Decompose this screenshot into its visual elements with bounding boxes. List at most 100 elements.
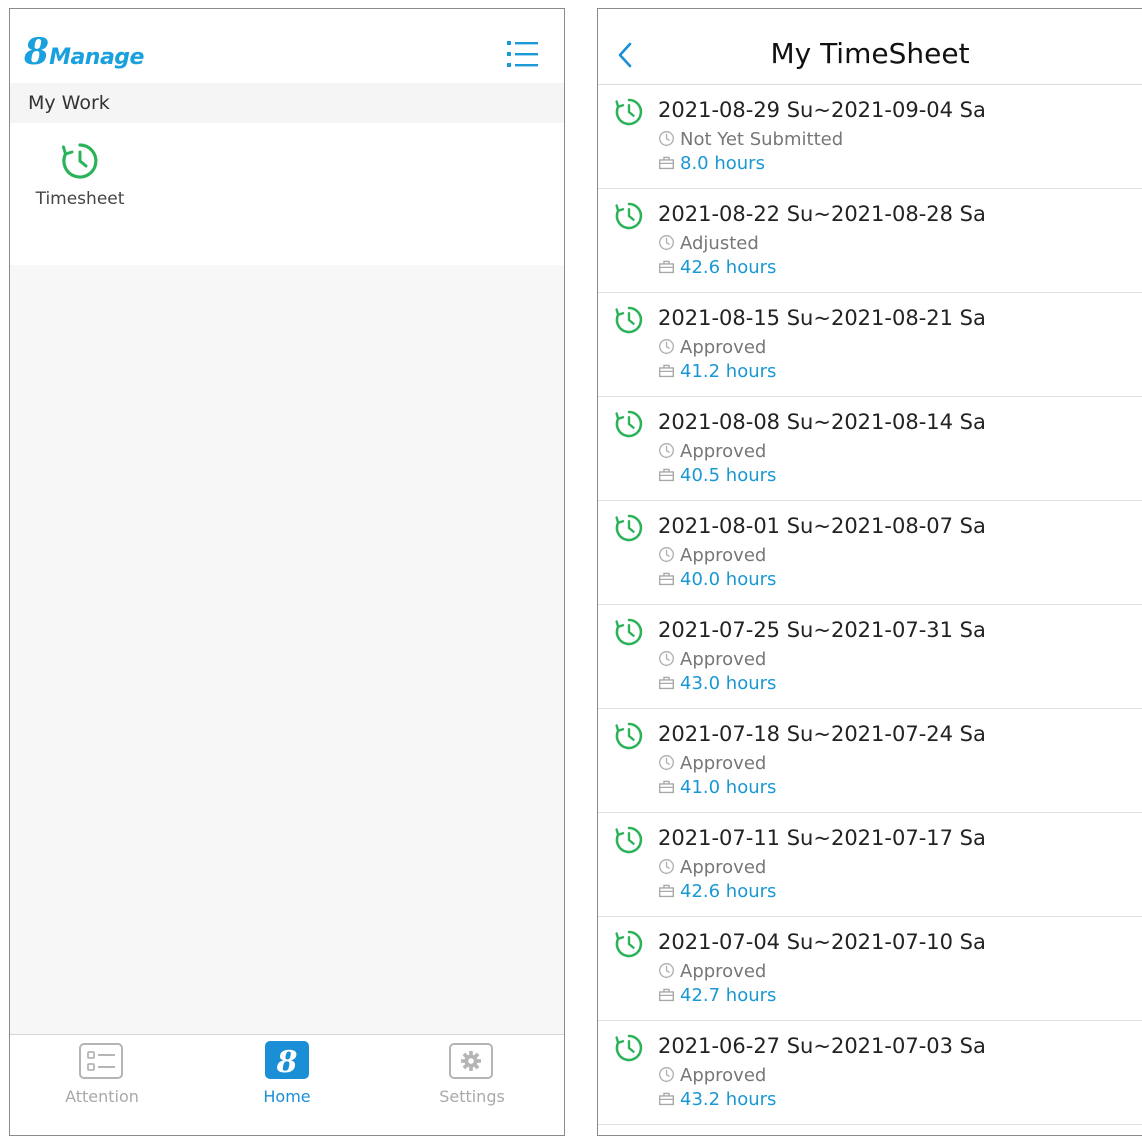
small-clock-icon xyxy=(658,962,675,984)
briefcase-icon xyxy=(658,154,675,176)
period-label: 2021-08-15 Su~2021-08-21 Sa xyxy=(658,306,986,330)
status-label: Approved xyxy=(680,545,767,566)
timesheet-row[interactable]: 2021-08-01 Su~2021-08-07 Sa Approved 40.0 … xyxy=(598,501,1142,605)
hours-text: 42.7 hours xyxy=(658,985,776,1008)
hours-text: 43.2 hours xyxy=(658,1089,776,1112)
clock-icon xyxy=(614,513,644,547)
status-text: Approved xyxy=(658,961,766,984)
hours-label: 41.0 hours xyxy=(680,777,777,798)
briefcase-icon xyxy=(658,258,675,280)
section-title: My Work xyxy=(28,92,110,114)
hours-label: 40.0 hours xyxy=(680,569,777,590)
hours-text: 41.0 hours xyxy=(658,777,776,800)
briefcase-icon xyxy=(658,674,675,696)
period-label: 2021-08-29 Su~2021-09-04 Sa xyxy=(658,98,986,122)
clock-icon xyxy=(614,305,644,339)
status-text: Approved xyxy=(658,1065,766,1088)
clock-icon xyxy=(614,1033,644,1067)
small-clock-icon xyxy=(658,338,675,360)
hours-text: 41.2 hours xyxy=(658,361,776,384)
small-clock-icon xyxy=(658,130,675,152)
hours-label: 42.6 hours xyxy=(680,257,777,278)
timesheet-app-label: Timesheet xyxy=(35,189,125,209)
small-clock-icon xyxy=(658,858,675,880)
timesheet-header: My TimeSheet xyxy=(598,9,1142,85)
hours-label: 42.7 hours xyxy=(680,985,777,1006)
small-clock-icon xyxy=(658,650,675,672)
period-label: 2021-07-04 Su~2021-07-10 Sa xyxy=(658,930,986,954)
status-text: Adjusted xyxy=(658,233,759,256)
brand-logo: 8Manage xyxy=(24,31,144,73)
nav-attention[interactable]: Attention xyxy=(32,1035,172,1135)
clock-icon xyxy=(614,201,644,235)
hours-text: 8.0 hours xyxy=(658,153,765,176)
timesheet-row[interactable]: 2021-07-11 Su~2021-07-17 Sa Approved 42.6 … xyxy=(598,813,1142,917)
timesheet-row[interactable]: 2021-08-29 Su~2021-09-04 Sa Not Yet Submi… xyxy=(598,85,1142,189)
hours-label: 8.0 hours xyxy=(680,153,765,174)
timesheet-row[interactable]: 2021-08-08 Su~2021-08-14 Sa Approved 40.5 … xyxy=(598,397,1142,501)
period-label: 2021-07-11 Su~2021-07-17 Sa xyxy=(658,826,986,850)
status-text: Approved xyxy=(658,857,766,880)
timesheet-row[interactable]: 2021-07-25 Su~2021-07-31 Sa Approved 43.0 … xyxy=(598,605,1142,709)
briefcase-icon xyxy=(658,882,675,904)
home-screen: 8Manage My Work Timesheet Attention 8 Ho… xyxy=(9,8,565,1136)
timesheet-row[interactable]: 2021-08-15 Su~2021-08-21 Sa Approved 41.2 … xyxy=(598,293,1142,397)
period-label: 2021-07-18 Su~2021-07-24 Sa xyxy=(658,722,986,746)
nav-attention-label: Attention xyxy=(65,1087,139,1106)
status-label: Approved xyxy=(680,337,767,358)
briefcase-icon xyxy=(658,1090,675,1112)
status-label: Adjusted xyxy=(680,233,759,254)
hours-label: 42.6 hours xyxy=(680,881,777,902)
status-label: Approved xyxy=(680,961,767,982)
nav-home[interactable]: 8 Home xyxy=(217,1035,357,1135)
timesheet-app-button[interactable]: Timesheet xyxy=(30,141,130,241)
timesheet-row[interactable]: 2021-08-22 Su~2021-08-28 Sa Adjusted 42.6 … xyxy=(598,189,1142,293)
period-label: 2021-06-27 Su~2021-07-03 Sa xyxy=(658,1034,986,1058)
timesheet-list: 2021-08-29 Su~2021-09-04 Sa Not Yet Submi… xyxy=(598,85,1142,1135)
status-label: Approved xyxy=(680,753,767,774)
status-text: Not Yet Submitted xyxy=(658,129,843,152)
my-work-panel: Timesheet xyxy=(10,123,564,265)
briefcase-icon xyxy=(658,986,675,1008)
period-label: 2021-08-08 Su~2021-08-14 Sa xyxy=(658,410,986,434)
nav-home-label: Home xyxy=(263,1087,311,1106)
clock-icon xyxy=(30,141,130,181)
bottom-nav: Attention 8 Home Settings xyxy=(10,1034,564,1135)
menu-list-icon[interactable] xyxy=(506,39,540,69)
eight-logo-icon: 8 xyxy=(265,1041,309,1080)
svg-text:8: 8 xyxy=(276,1045,298,1079)
timesheet-row[interactable]: 2021-07-04 Su~2021-07-10 Sa Approved 42.7 … xyxy=(598,917,1142,1021)
home-header: 8Manage xyxy=(10,9,564,83)
small-clock-icon xyxy=(658,546,675,568)
page-title: My TimeSheet xyxy=(770,37,970,70)
briefcase-icon xyxy=(658,778,675,800)
hours-label: 43.2 hours xyxy=(680,1089,777,1110)
status-label: Approved xyxy=(680,441,767,462)
clock-icon xyxy=(614,617,644,651)
hours-text: 43.0 hours xyxy=(658,673,776,696)
gear-icon xyxy=(449,1043,493,1079)
hours-text: 40.0 hours xyxy=(658,569,776,592)
hours-text: 42.6 hours xyxy=(658,881,776,904)
small-clock-icon xyxy=(658,442,675,464)
briefcase-icon xyxy=(658,362,675,384)
status-text: Approved xyxy=(658,545,766,568)
status-text: Approved xyxy=(658,337,766,360)
section-header: My Work xyxy=(10,83,564,123)
clock-icon xyxy=(614,97,644,131)
nav-settings[interactable]: Settings xyxy=(402,1035,542,1135)
status-text: Approved xyxy=(658,649,766,672)
clock-icon xyxy=(614,721,644,755)
list-card-icon xyxy=(79,1043,123,1079)
hours-label: 41.2 hours xyxy=(680,361,777,382)
timesheet-row[interactable]: 2021-07-18 Su~2021-07-24 Sa Approved 41.0 … xyxy=(598,709,1142,813)
nav-settings-label: Settings xyxy=(439,1087,505,1106)
period-label: 2021-07-25 Su~2021-07-31 Sa xyxy=(658,618,986,642)
clock-icon xyxy=(614,825,644,859)
status-label: Not Yet Submitted xyxy=(680,129,844,150)
hours-label: 43.0 hours xyxy=(680,673,777,694)
hours-text: 40.5 hours xyxy=(658,465,776,488)
timesheet-row[interactable]: 2021-06-27 Su~2021-07-03 Sa Approved 43.2 … xyxy=(598,1021,1142,1125)
small-clock-icon xyxy=(658,754,675,776)
hours-text: 42.6 hours xyxy=(658,257,776,280)
